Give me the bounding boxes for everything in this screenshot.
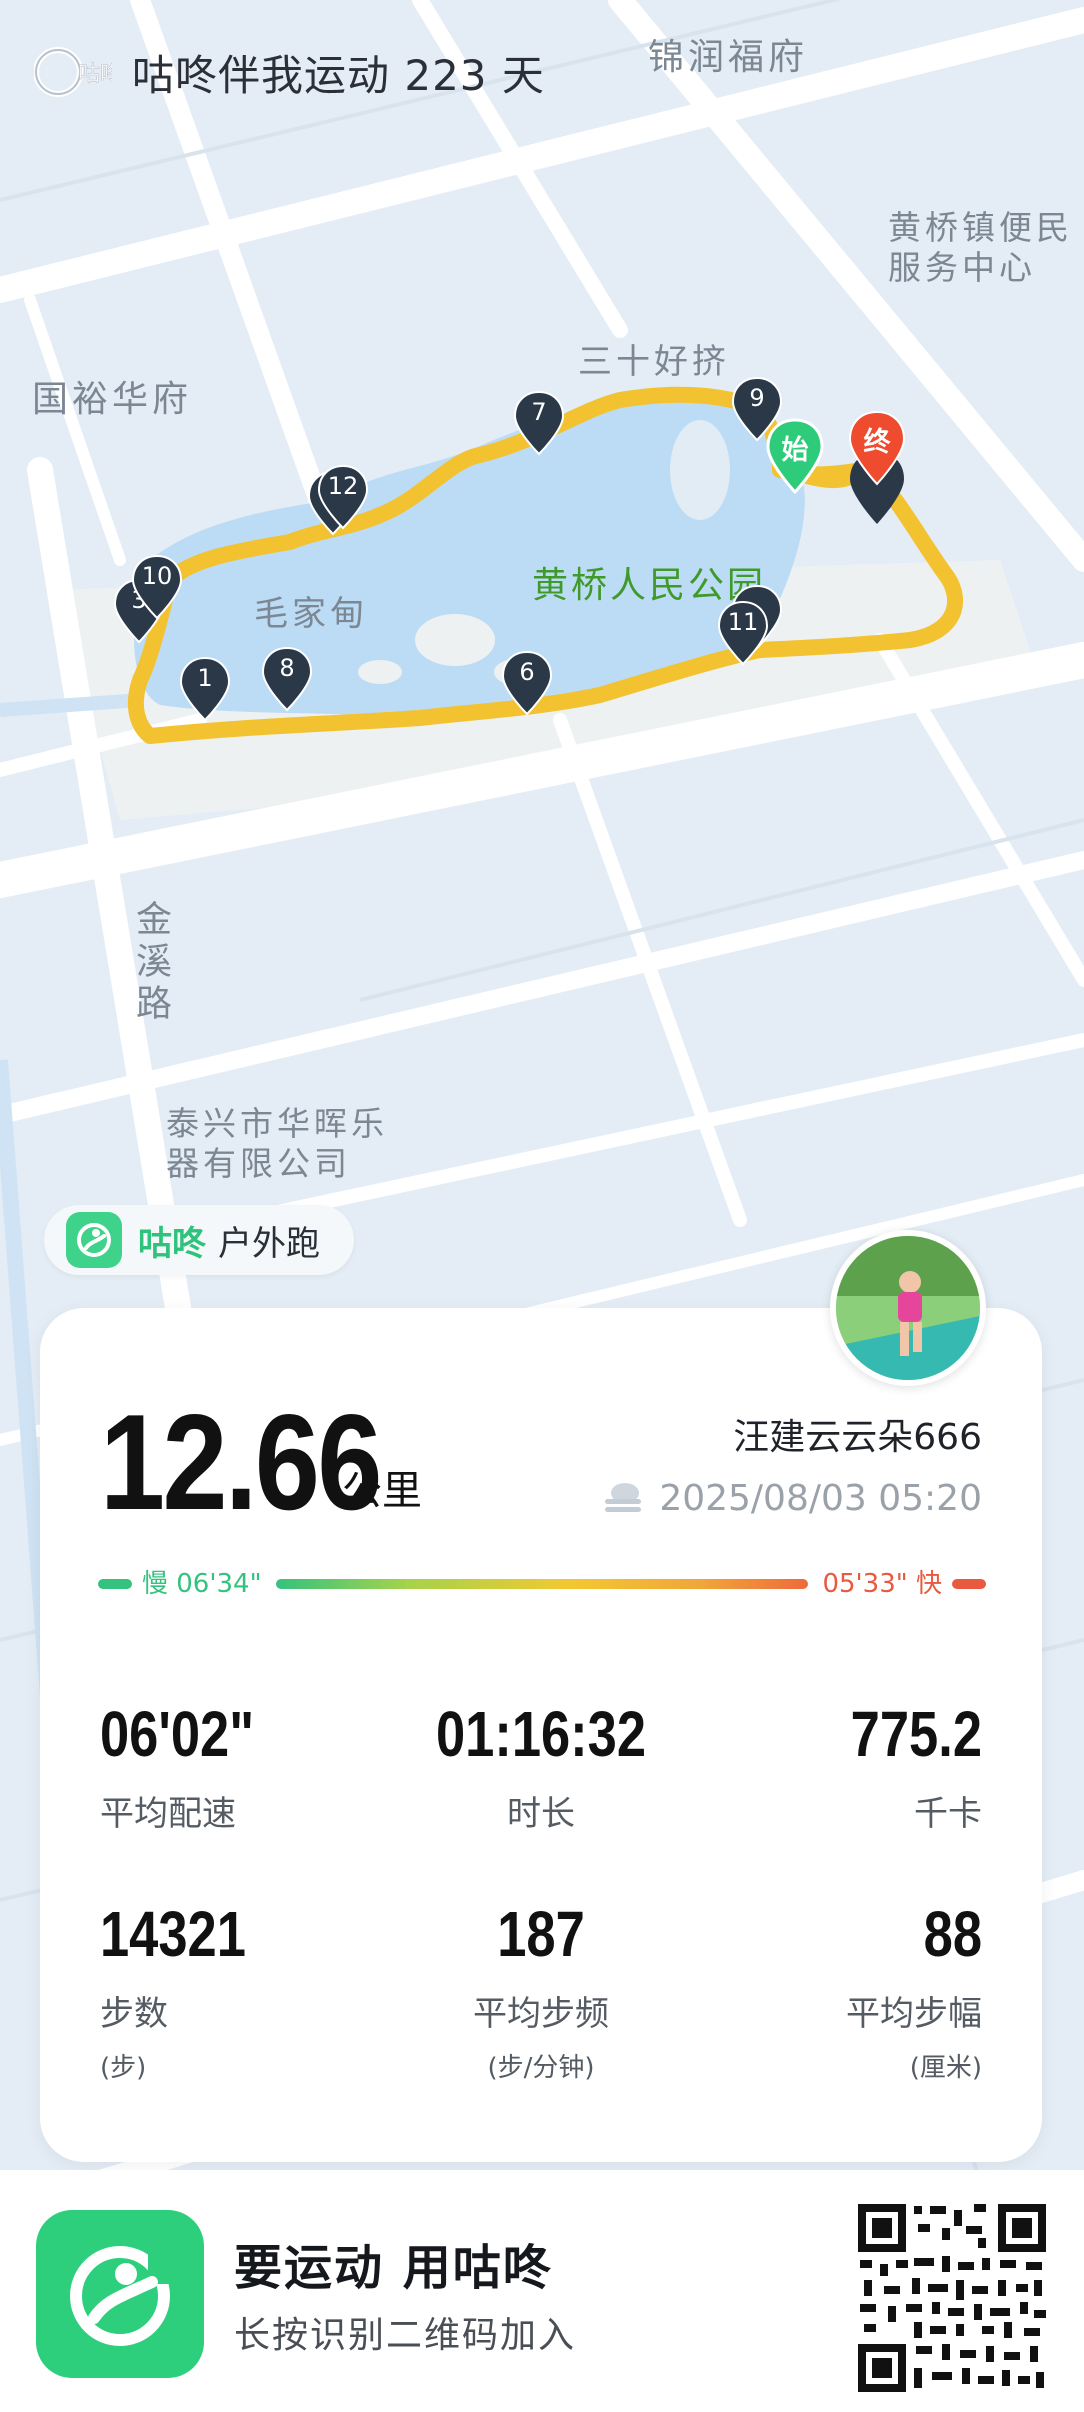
footer-instruction: 长按识别二维码加入 xyxy=(234,2315,577,2356)
pace-fast-label: 05'33" 快 xyxy=(822,1569,942,1599)
pace-slow-cap xyxy=(98,1579,132,1589)
footer-slogan: 要运动 用咕咚 xyxy=(234,2240,553,2296)
qr-code-image xyxy=(854,2200,1050,2396)
map-label-maojiadian: 毛家甸 xyxy=(254,594,368,634)
svg-text:咕咚: 咕咚 xyxy=(78,62,112,87)
distance-unit: 公里 xyxy=(342,1468,422,1514)
gudong-watermark-logo: 咕咚 xyxy=(34,43,112,101)
stats-card: 12.66 公里 汪建云云朵666 2025/08/03 05:20 慢 06'… xyxy=(40,1308,1042,2162)
end-marker[interactable]: 终 xyxy=(846,410,908,486)
activity-datetime: 2025/08/03 05:20 xyxy=(659,1478,982,1519)
stat-duration: 01:16:32 时长 xyxy=(435,1698,647,1834)
badge-sport-type: 户外跑 xyxy=(218,1223,320,1264)
gudong-logo-icon: 咕咚 xyxy=(34,47,112,97)
map-label-jinrun: 锦润福府 xyxy=(648,37,809,78)
companion-banner: 咕咚 咕咚伴我运动 223 天 xyxy=(34,42,545,102)
stat-cadence: 187 平均步频 (步/分钟) xyxy=(473,1898,609,2083)
km-marker[interactable]: 12 xyxy=(316,464,370,530)
gudong-logo-icon xyxy=(70,2246,174,2346)
km-marker[interactable]: 7 xyxy=(512,390,566,456)
km-marker[interactable]: 1 xyxy=(178,656,232,722)
stat-steps: 14321 步数 (步) xyxy=(100,1898,246,2083)
map-label-guoyu: 国裕华府 xyxy=(32,379,193,420)
pace-slow-label: 慢 06'34" xyxy=(142,1569,262,1599)
pace-gradient xyxy=(276,1579,808,1589)
companion-days-text: 咕咚伴我运动 223 天 xyxy=(132,50,545,100)
map-label-jinxi-road: 金溪路 xyxy=(130,900,171,1026)
weather-datetime: 2025/08/03 05:20 xyxy=(601,1478,982,1519)
distance-value: 12.66 xyxy=(100,1386,382,1538)
stat-stride: 88 平均步幅 (厘米) xyxy=(846,1898,982,2083)
badge-brand: 咕咚 xyxy=(138,1223,206,1264)
map-label-company: 泰兴市华晖乐 器有限公司 xyxy=(166,1104,388,1183)
km-marker[interactable]: 6 xyxy=(500,650,554,716)
cloudy-icon xyxy=(605,1482,642,1512)
gudong-logo-icon xyxy=(66,1212,122,1268)
avatar[interactable] xyxy=(830,1230,986,1386)
km-marker[interactable]: 10 xyxy=(130,554,184,620)
sport-type-badge: 咕咚 户外跑 xyxy=(44,1205,354,1275)
stat-avg-pace: 06'02" 平均配速 xyxy=(100,1698,255,1834)
km-marker[interactable]: 11 xyxy=(716,600,770,666)
map-label-service-center: 黄桥镇便民 服务中心 xyxy=(888,208,1073,287)
username: 汪建云云朵666 xyxy=(733,1417,982,1458)
gudong-app-logo[interactable] xyxy=(36,2210,204,2378)
map-label-sanshi: 三十好挤 xyxy=(578,342,730,382)
km-marker[interactable]: 8 xyxy=(260,646,314,712)
pace-range-bar: 慢 06'34" 05'33" 快 xyxy=(98,1564,986,1604)
qr-code[interactable] xyxy=(854,2200,1050,2396)
start-marker[interactable]: 始 xyxy=(764,418,826,494)
share-footer: 要运动 用咕咚 长按识别二维码加入 xyxy=(0,2170,1084,2412)
stat-calories: 775.2 千卡 xyxy=(850,1698,982,1834)
runner-photo xyxy=(836,1236,980,1380)
pace-fast-cap xyxy=(952,1579,986,1589)
